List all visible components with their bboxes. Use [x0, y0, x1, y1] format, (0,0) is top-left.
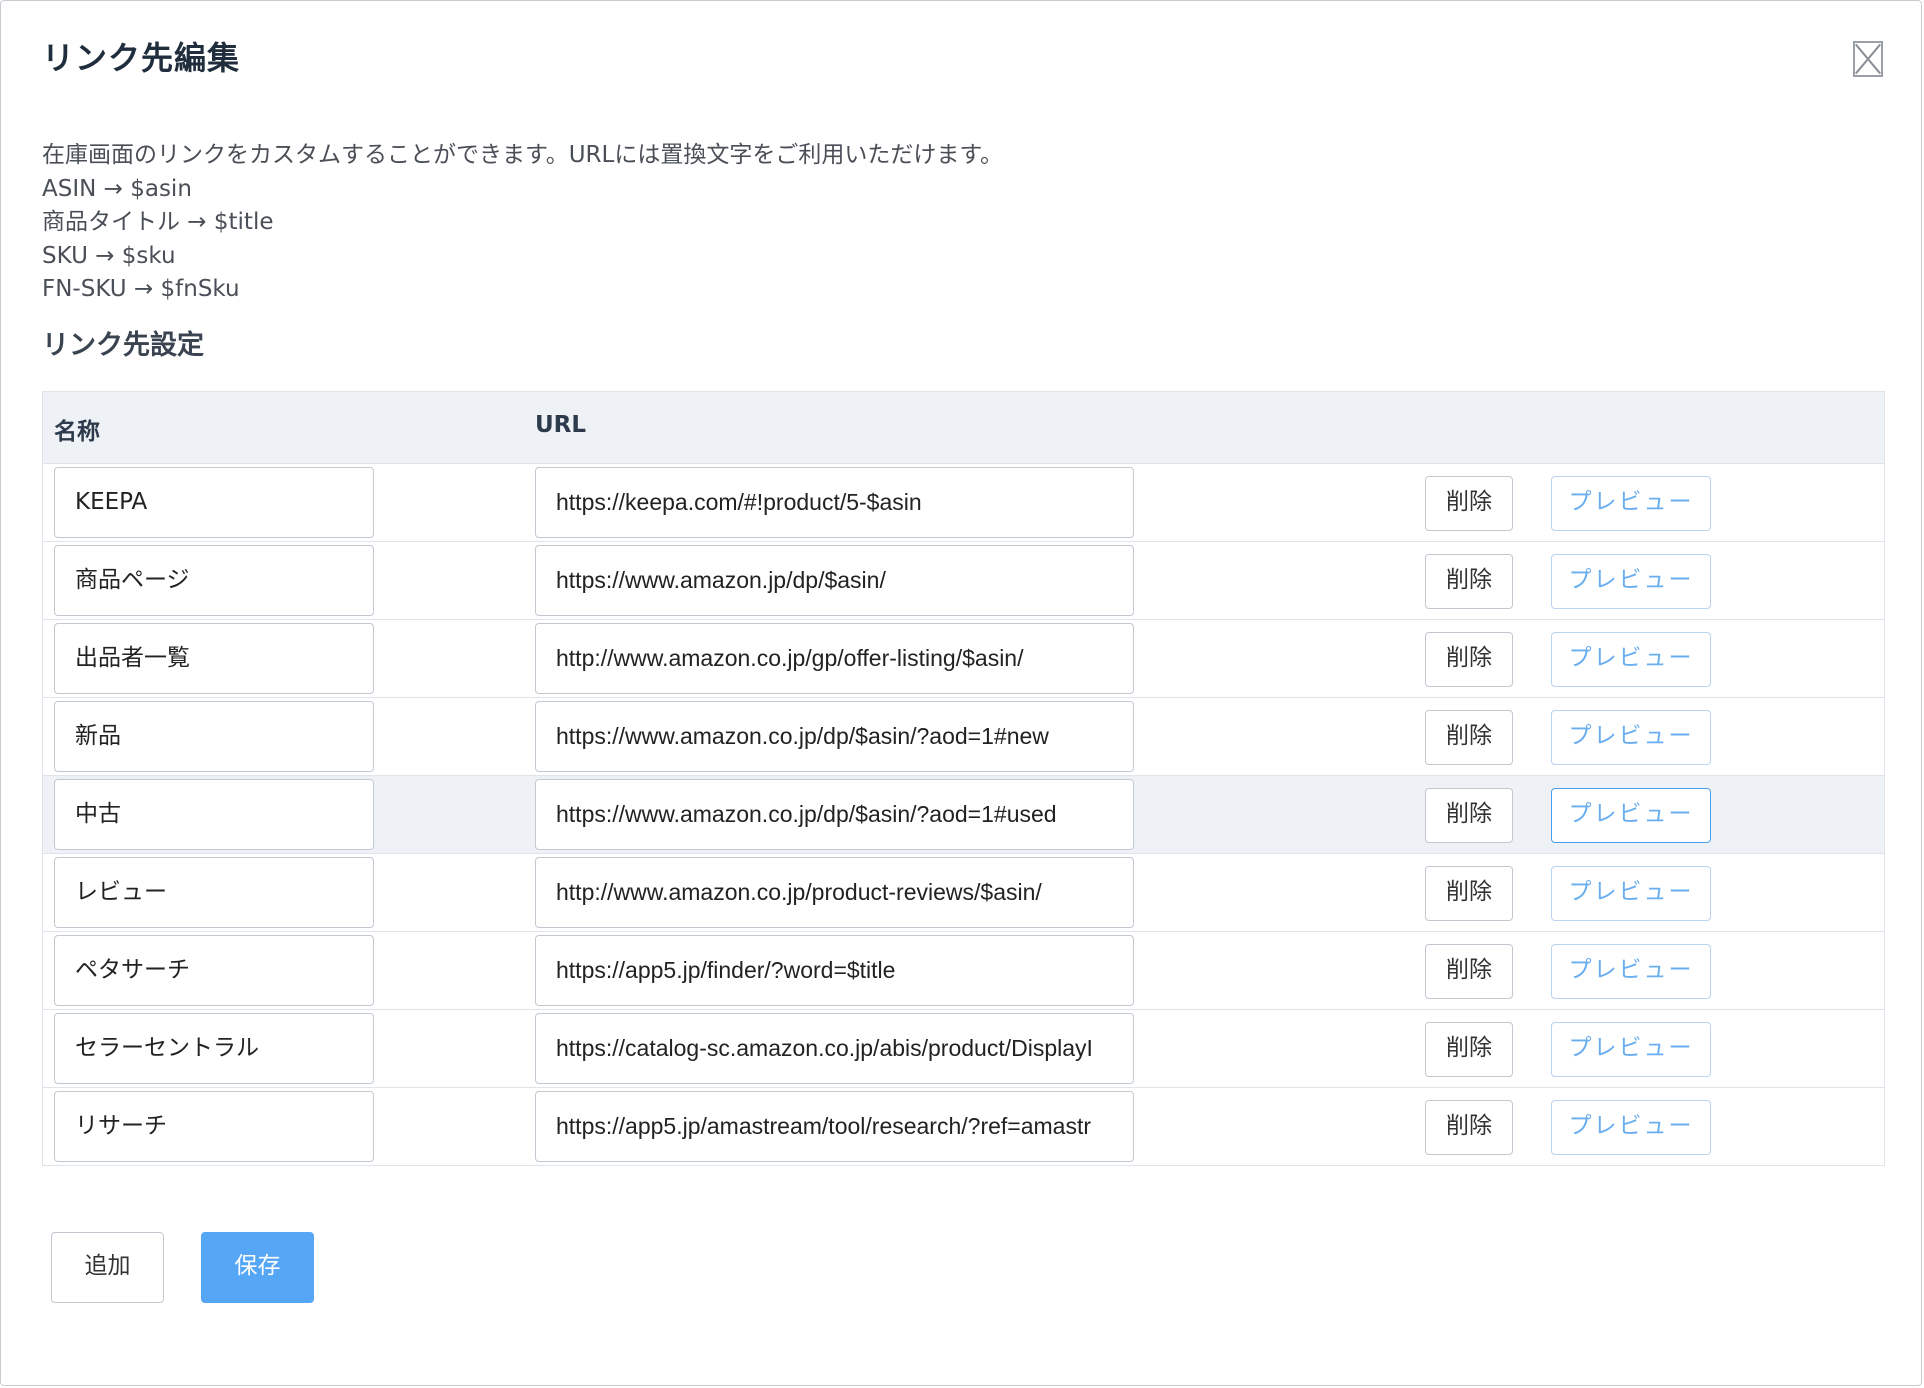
name-input[interactable]: セラーセントラル	[54, 1013, 374, 1084]
save-button[interactable]: 保存	[201, 1232, 314, 1303]
link-edit-dialog: リンク先編集 在庫画面のリンクをカスタムすることができます。URLには置換文字を…	[0, 0, 1922, 1386]
delete-button[interactable]: 削除	[1425, 710, 1513, 765]
preview-button[interactable]: プレビュー	[1551, 788, 1711, 843]
delete-button[interactable]: 削除	[1425, 554, 1513, 609]
table-row: レビュー http://www.amazon.co.jp/product-rev…	[43, 854, 1884, 932]
url-input[interactable]: https://www.amazon.co.jp/dp/$asin/?aod=1…	[535, 701, 1134, 772]
name-input[interactable]: 新品	[54, 701, 374, 772]
name-input[interactable]: ペタサーチ	[54, 935, 374, 1006]
name-input[interactable]: 商品ページ	[54, 545, 374, 616]
header-name: 名称	[54, 419, 100, 445]
delete-button[interactable]: 削除	[1425, 1022, 1513, 1077]
description: 在庫画面のリンクをカスタムすることができます。URLには置換文字をご利用いただけ…	[42, 139, 1003, 307]
table-row: リサーチ https://app5.jp/amastream/tool/rese…	[43, 1088, 1884, 1165]
table-row: ペタサーチ https://app5.jp/finder/?word=$titl…	[43, 932, 1884, 1010]
preview-button[interactable]: プレビュー	[1551, 710, 1711, 765]
preview-button[interactable]: プレビュー	[1551, 554, 1711, 609]
name-input[interactable]: 中古	[54, 779, 374, 850]
section-title: リンク先設定	[42, 330, 204, 361]
url-input[interactable]: https://app5.jp/finder/?word=$title	[535, 935, 1134, 1006]
link-table: 名称 URL KEEPA https://keepa.com/#!product…	[42, 391, 1885, 1166]
header-url: URL	[535, 412, 587, 438]
description-intro: 在庫画面のリンクをカスタムすることができます。URLには置換文字をご利用いただけ…	[42, 142, 1004, 168]
delete-button[interactable]: 削除	[1425, 632, 1513, 687]
preview-button[interactable]: プレビュー	[1551, 866, 1711, 921]
add-button[interactable]: 追加	[51, 1232, 164, 1303]
delete-button[interactable]: 削除	[1425, 476, 1513, 531]
preview-button[interactable]: プレビュー	[1551, 632, 1711, 687]
replacement-title: 商品タイトル → $title	[42, 209, 274, 235]
table-row: セラーセントラル https://catalog-sc.amazon.co.jp…	[43, 1010, 1884, 1088]
url-input[interactable]: https://www.amazon.co.jp/dp/$asin/?aod=1…	[535, 779, 1134, 850]
replacement-fnsku: FN-SKU → $fnSku	[42, 276, 240, 302]
delete-button[interactable]: 削除	[1425, 944, 1513, 999]
preview-button[interactable]: プレビュー	[1551, 1100, 1711, 1155]
name-input[interactable]: KEEPA	[54, 467, 374, 538]
name-input[interactable]: リサーチ	[54, 1091, 374, 1162]
preview-button[interactable]: プレビュー	[1551, 476, 1711, 531]
url-input[interactable]: http://www.amazon.co.jp/product-reviews/…	[535, 857, 1134, 928]
replacement-asin: ASIN → $asin	[42, 175, 192, 202]
dialog-title: リンク先編集	[42, 39, 241, 77]
table-row: 新品 https://www.amazon.co.jp/dp/$asin/?ao…	[43, 698, 1884, 776]
preview-button[interactable]: プレビュー	[1551, 944, 1711, 999]
name-input[interactable]: レビュー	[54, 857, 374, 928]
preview-button[interactable]: プレビュー	[1551, 1022, 1711, 1077]
delete-button[interactable]: 削除	[1425, 788, 1513, 843]
delete-button[interactable]: 削除	[1425, 1100, 1513, 1155]
url-input[interactable]: https://app5.jp/amastream/tool/research/…	[535, 1091, 1134, 1162]
url-input[interactable]: https://www.amazon.jp/dp/$asin/	[535, 545, 1134, 616]
delete-button[interactable]: 削除	[1425, 866, 1513, 921]
table-header: 名称 URL	[43, 392, 1884, 464]
table-row: 商品ページ https://www.amazon.jp/dp/$asin/ 削除…	[43, 542, 1884, 620]
table-row: KEEPA https://keepa.com/#!product/5-$asi…	[43, 464, 1884, 542]
table-row: 出品者一覧 http://www.amazon.co.jp/gp/offer-l…	[43, 620, 1884, 698]
url-input[interactable]: https://catalog-sc.amazon.co.jp/abis/pro…	[535, 1013, 1134, 1084]
url-input[interactable]: http://www.amazon.co.jp/gp/offer-listing…	[535, 623, 1134, 694]
name-input[interactable]: 出品者一覧	[54, 623, 374, 694]
url-input[interactable]: https://keepa.com/#!product/5-$asin	[535, 467, 1134, 538]
table-row: 中古 https://www.amazon.co.jp/dp/$asin/?ao…	[43, 776, 1884, 854]
replacement-sku: SKU → $sku	[42, 242, 176, 269]
close-icon[interactable]	[1853, 41, 1883, 77]
